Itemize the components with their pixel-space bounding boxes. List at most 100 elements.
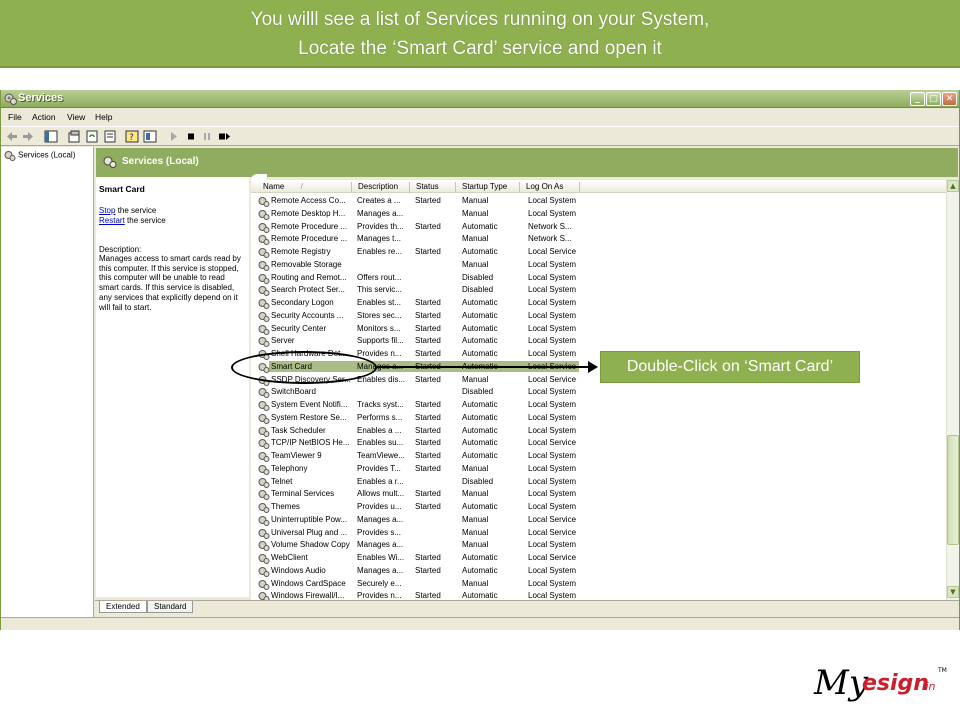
row-description: Enables a ...	[357, 425, 402, 435]
row-name: Server	[271, 336, 295, 346]
table-row[interactable]: Terminal Services Allows mult... Started Ma…	[251, 488, 947, 501]
row-name: Task Scheduler	[271, 425, 326, 435]
minimize-button[interactable]: _	[910, 92, 925, 106]
row-startup-type: Disabled	[462, 476, 494, 486]
restart-service-icon[interactable]	[217, 130, 231, 143]
menu-file[interactable]: File	[8, 112, 22, 122]
help-icon[interactable]: ?	[125, 130, 139, 143]
row-name: Telephony	[271, 463, 308, 473]
row-name: Uninterruptible Pow...	[271, 514, 348, 524]
table-row[interactable]: Remote Desktop H... Manages a... Manual Loc…	[251, 208, 947, 221]
table-row[interactable]: Telephony Provides T... Started Manual Local…	[251, 463, 947, 476]
menu-help[interactable]: Help	[95, 112, 112, 122]
table-row[interactable]: Windows Firewall/I... Provides n... Starte…	[251, 590, 947, 600]
tab-extended-label: Extended	[106, 602, 140, 611]
table-row[interactable]: Remote Access Co... Creates a ... Started M…	[251, 195, 947, 208]
row-name: Remote Registry	[271, 247, 331, 256]
column-log-on-as[interactable]: Log On As	[520, 182, 580, 193]
show-hide-tree-icon[interactable]	[44, 130, 58, 143]
table-row[interactable]: WebClient Enables Wi... Started Automatic Lo…	[251, 552, 947, 565]
table-row[interactable]: Server Supports fil... Started Automatic Loc…	[251, 335, 947, 348]
row-status: Started	[415, 400, 441, 409]
row-startup-type: Automatic	[462, 412, 498, 422]
properties-icon[interactable]	[67, 130, 81, 143]
row-log-on-as: Local System	[528, 425, 577, 435]
export-list-icon[interactable]	[103, 130, 117, 143]
row-log-on-as: Local System	[528, 489, 577, 499]
tab-standard[interactable]: Standard	[147, 601, 194, 613]
row-description: Manages a...	[357, 514, 404, 524]
row-name: Removable Storage	[271, 259, 342, 269]
service-gear-icon	[258, 273, 270, 284]
table-row[interactable]: Windows CardSpace Securely e... Manual Loca…	[251, 578, 947, 591]
table-row[interactable]: Routing and Remot... Offers rout... Disabl…	[251, 272, 947, 285]
column-startup-type[interactable]: Startup Type	[456, 182, 520, 193]
vertical-scrollbar[interactable]: ▲ ▼	[946, 180, 959, 600]
table-row[interactable]: Remote Procedure ... Manages t... Manual Ne…	[251, 233, 947, 246]
start-service-icon[interactable]	[167, 130, 181, 143]
table-row[interactable]: Themes Provides u... Started Automatic Local…	[251, 501, 947, 514]
table-row[interactable]: Uninterruptible Pow... Manages a... Manual…	[251, 514, 947, 527]
restart-link[interactable]: Restart	[99, 216, 125, 225]
row-description: Stores sec...	[357, 310, 402, 320]
table-row[interactable]: Universal Plug and ... Provides s... Manua…	[251, 527, 947, 540]
row-log-on-as: Local System	[528, 463, 577, 473]
table-row[interactable]: System Restore Se... Performs s... Started…	[251, 412, 947, 425]
table-row[interactable]: System Event Notifi... Tracks syst... Star…	[251, 399, 947, 412]
close-button[interactable]: ✕	[942, 92, 957, 106]
row-log-on-as: Local Service	[528, 374, 577, 384]
title-bar[interactable]: Services _ □ ✕	[1, 90, 959, 108]
forward-icon[interactable]	[21, 130, 35, 143]
table-row[interactable]: Remote Procedure ... Provides th... Starte…	[251, 221, 947, 234]
table-row[interactable]: Task Scheduler Enables a ... Started Automa…	[251, 425, 947, 438]
back-icon[interactable]	[5, 130, 19, 143]
menu-view[interactable]: View	[67, 112, 85, 122]
row-log-on-as: Local System	[528, 591, 577, 600]
column-status[interactable]: Status	[410, 182, 456, 193]
stop-service-icon[interactable]	[184, 130, 198, 143]
row-startup-type: Manual	[462, 208, 489, 218]
table-row[interactable]: TeamViewer 9 TeamViewe... Started Automatic…	[251, 450, 947, 463]
svg-text:My: My	[813, 663, 869, 703]
table-row[interactable]: Windows Audio Manages a... Started Automati…	[251, 565, 947, 578]
table-row[interactable]: Secondary Logon Enables st... Started Autom…	[251, 297, 947, 310]
table-row[interactable]: TCP/IP NetBIOS He... Enables su... Started…	[251, 437, 947, 450]
table-row[interactable]: Telnet Enables a r... Disabled Local System	[251, 476, 947, 489]
row-description: Monitors s...	[357, 323, 401, 333]
service-gear-icon	[258, 222, 270, 233]
content-header: Services (Local)	[96, 148, 958, 177]
refresh-icon[interactable]	[85, 130, 99, 143]
row-status: Started	[415, 349, 441, 358]
close-icon: ✕	[945, 94, 954, 104]
services-list[interactable]: Name / Description Status Startup Type L…	[251, 180, 947, 600]
service-gear-icon	[258, 566, 270, 577]
row-startup-type: Automatic	[462, 298, 498, 307]
scroll-down-arrow-icon[interactable]: ▼	[947, 586, 959, 598]
view-icon[interactable]	[143, 130, 157, 143]
row-name: Secondary Logon	[271, 298, 334, 307]
row-name: Windows Audio	[271, 565, 326, 575]
row-status: Started	[415, 310, 441, 320]
pause-service-icon[interactable]	[200, 130, 214, 143]
stop-link[interactable]: Stop	[99, 206, 115, 215]
scroll-up-arrow-icon[interactable]: ▲	[947, 180, 959, 192]
column-name[interactable]: Name /	[257, 182, 352, 193]
table-row[interactable]: Remote Registry Enables re... Started Autom…	[251, 246, 947, 259]
menu-action[interactable]: Action	[32, 112, 56, 122]
table-row[interactable]: Security Accounts ... Stores sec... Starte…	[251, 310, 947, 323]
table-row[interactable]: SwitchBoard Disabled Local System	[251, 386, 947, 399]
scroll-thumb[interactable]	[947, 435, 959, 545]
table-row[interactable]: Removable Storage Manual Local System	[251, 259, 947, 272]
tree-node-label: Services (Local)	[18, 150, 76, 160]
menu-bar: File Action View Help	[1, 109, 959, 126]
table-row[interactable]: Volume Shadow Copy Manages a... Manual Loca…	[251, 539, 947, 552]
row-log-on-as: Local System	[528, 298, 577, 307]
table-row[interactable]: Security Center Monitors s... Started Autom…	[251, 323, 947, 336]
row-name: System Event Notifi...	[271, 400, 348, 409]
tab-extended[interactable]: Extended	[99, 601, 147, 613]
tree-node-services-local[interactable]: Services (Local)	[4, 150, 75, 163]
row-log-on-as: Local System	[528, 565, 577, 575]
table-row[interactable]: Search Protect Ser... This servic... Disab…	[251, 284, 947, 297]
column-description[interactable]: Description	[352, 182, 410, 193]
maximize-button[interactable]: □	[926, 92, 941, 106]
